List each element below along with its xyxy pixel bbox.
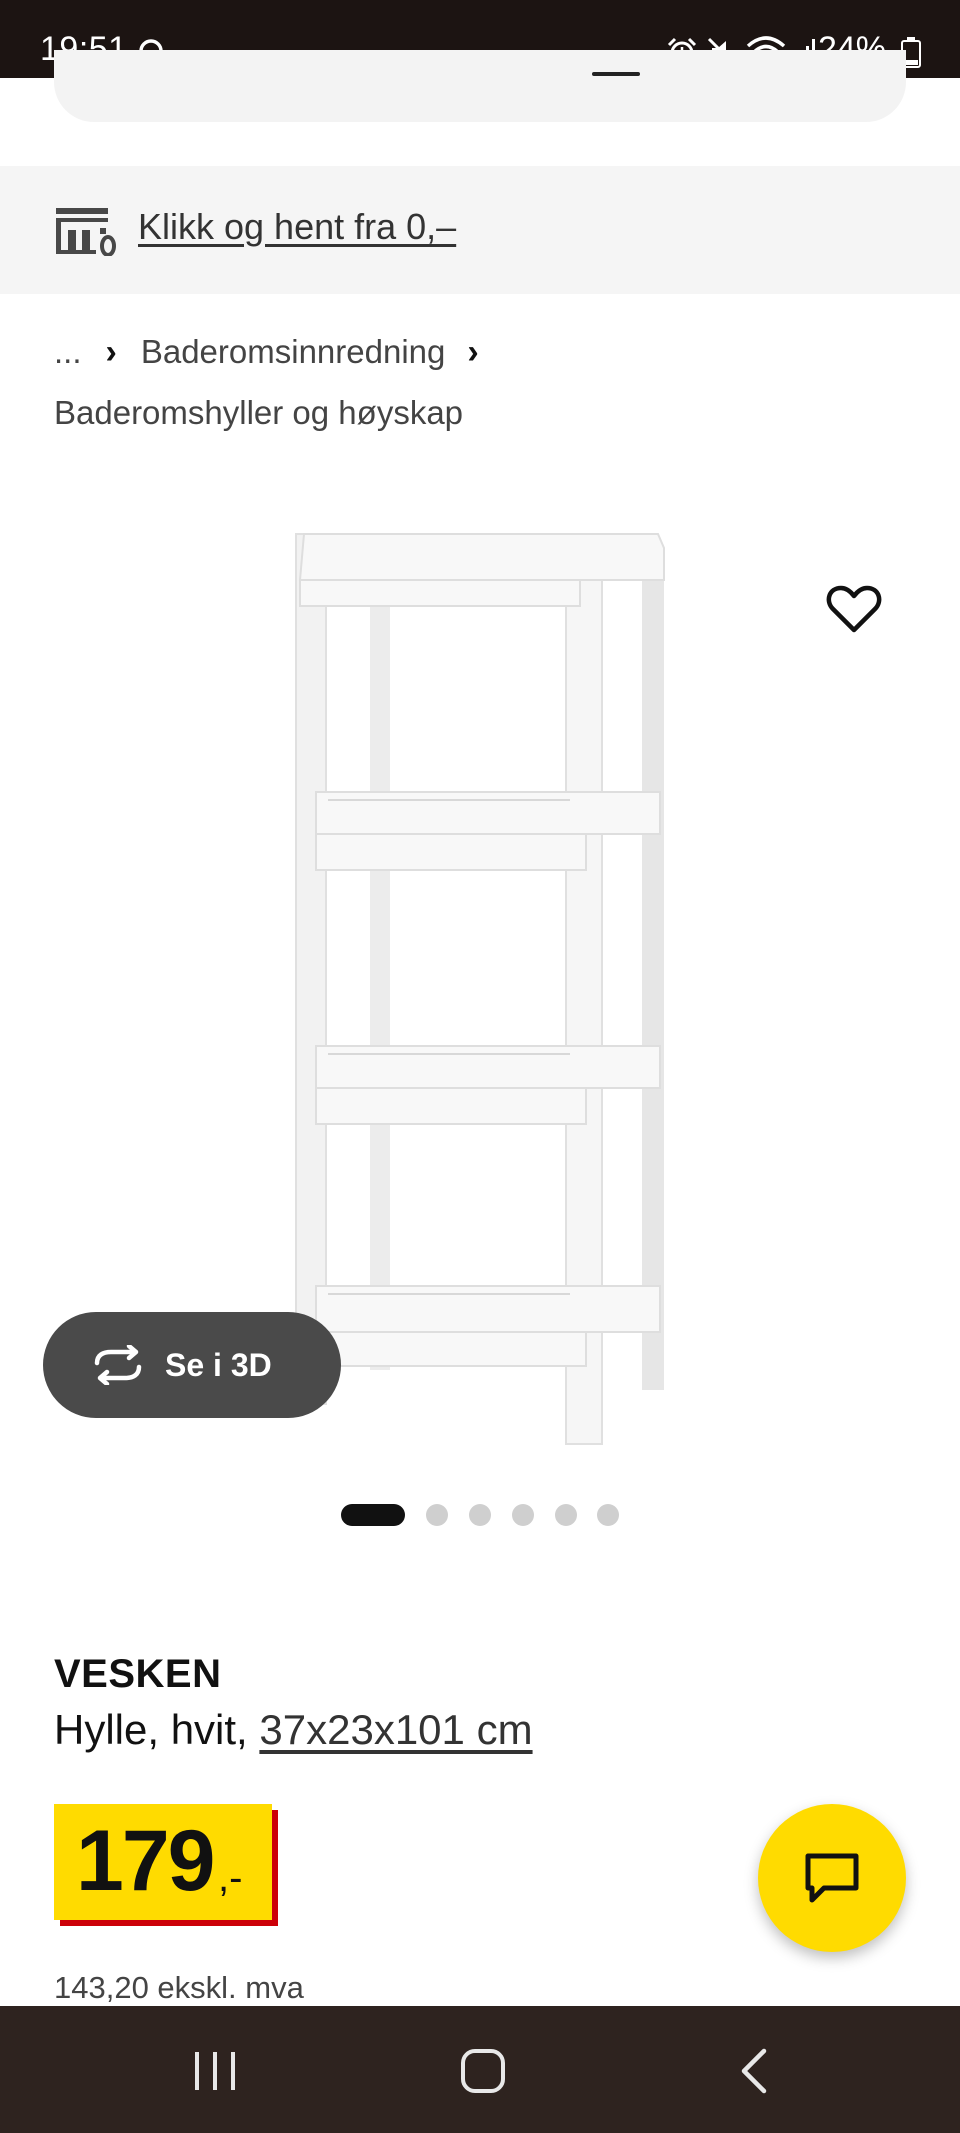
carousel-dot-3[interactable] [469, 1504, 491, 1526]
breadcrumb-ellipsis[interactable]: ... [54, 333, 82, 371]
chevron-right-icon: › [105, 332, 117, 371]
heart-icon[interactable] [826, 584, 882, 634]
price-integer: 179 [76, 1813, 215, 1909]
chevron-right-icon: › [467, 332, 479, 371]
view-3d-label: Se i 3D [165, 1346, 272, 1383]
chat-button[interactable] [758, 1804, 906, 1952]
store-pickup-icon [56, 208, 116, 256]
product-description: Hylle, hvit, 37x23x101 cm [54, 1706, 533, 1754]
recent-apps-icon[interactable] [190, 2050, 240, 2092]
product-name: VESKEN [54, 1652, 222, 1696]
carousel-dot-5[interactable] [555, 1504, 577, 1526]
price-suffix: ,- [218, 1856, 243, 1900]
carousel-dot-6[interactable] [597, 1504, 619, 1526]
carousel-dot-4[interactable] [512, 1504, 534, 1526]
search-bar[interactable] [54, 50, 906, 122]
chat-icon [805, 1853, 859, 1903]
back-icon[interactable] [738, 2048, 770, 2094]
product-type: Hylle, hvit, [54, 1706, 260, 1753]
search-bar-edge [592, 72, 640, 76]
view-3d-button[interactable]: Se i 3D [43, 1312, 341, 1418]
product-image[interactable] [240, 500, 700, 1450]
click-collect-link[interactable]: Klikk og hent fra 0,– [138, 206, 456, 248]
breadcrumb-bathroom-shelves[interactable]: Baderomshyller og høyskap [54, 394, 463, 432]
product-size-link[interactable]: 37x23x101 cm [259, 1706, 532, 1753]
carousel-dot-1[interactable] [341, 1504, 405, 1526]
rotate-3d-icon [94, 1345, 142, 1385]
system-nav-bar [0, 2006, 960, 2133]
breadcrumb-bathroom-furniture[interactable]: Baderomsinnredning [141, 333, 446, 371]
home-icon[interactable] [460, 2048, 506, 2094]
carousel-dot-2[interactable] [426, 1504, 448, 1526]
breadcrumb: ... › Baderomsinnredning › [54, 330, 479, 374]
price-excl-vat: 143,20 ekskl. mva [54, 1970, 304, 2005]
